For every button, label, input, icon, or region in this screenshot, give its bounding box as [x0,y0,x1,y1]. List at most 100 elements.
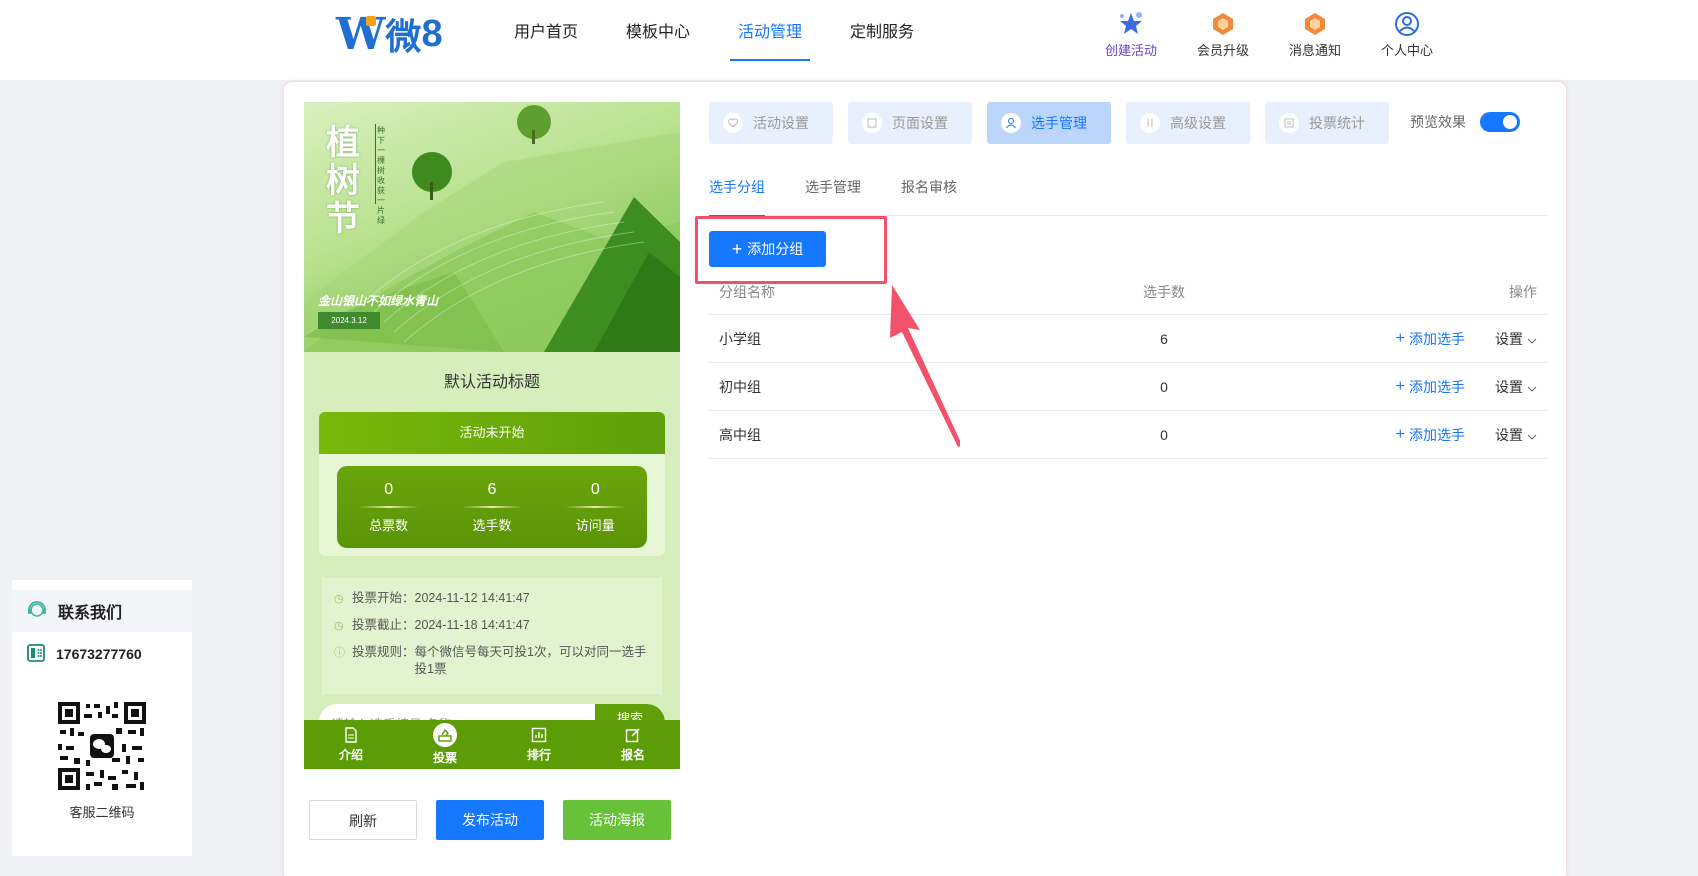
activity-poster-button[interactable]: 活动海报 [563,800,671,840]
qr-code-icon [56,700,148,792]
tab-label: 介绍 [338,748,363,762]
tab-intro[interactable]: 介绍 [304,720,398,769]
create-activity-label: 创建活动 [1104,43,1157,58]
publish-activity-button[interactable]: 发布活动 [436,800,544,840]
step-activity-settings[interactable]: 活动设置 [709,102,833,144]
settings-dropdown[interactable]: 设置 [1495,329,1537,349]
table-row: 高中组 0 + 添加选手 设置 [709,411,1547,459]
vote-rule-row: ⓘ 投票规则： 每个微信号每天可投1次，可以对同一选手投1票 [334,644,650,678]
activity-status: 活动未开始 [319,412,665,454]
add-contestant-link[interactable]: + 添加选手 [1396,377,1465,397]
contestant-count: 0 [1160,378,1168,395]
plus-icon: + [1395,377,1405,395]
member-upgrade-button[interactable]: 会员升级 [1192,10,1254,59]
create-activity-button[interactable]: 创建活动 [1100,10,1162,59]
vote-end-value: 2024-11-18 14:41:47 [414,618,530,632]
tab-signup-review[interactable]: 报名审核 [901,176,957,216]
contact-phone: 17673277760 [12,632,192,676]
step-contestant-management[interactable]: 选手管理 [987,102,1111,144]
vote-rule-value: 每个微信号每天可投1次，可以对同一选手投1票 [414,645,647,676]
nav-template-center[interactable]: 模板中心 [602,0,714,62]
nav-custom-service[interactable]: 定制服务 [826,0,938,62]
banner-subtitle: 种下一棵树 收获一片绿 [377,126,385,225]
list-icon [1279,113,1299,133]
contact-header: 联系我们 [12,590,192,632]
vote-rule-key: 投票规则： [352,645,415,659]
chevron-down-icon [1527,331,1537,347]
add-contestant-link[interactable]: + 添加选手 [1396,425,1465,445]
preview-effect-switch[interactable] [1480,112,1520,132]
logo[interactable]: W 微 8 [336,9,443,60]
step-page-settings[interactable]: 页面设置 [848,102,972,144]
qr-code-label: 客服二维码 [69,805,135,820]
top-actions: 创建活动 会员升级 消息通知 个人中心 [1100,10,1438,59]
stat-label: 访问量 [575,517,615,533]
main-nav: 用户首页 模板中心 活动管理 定制服务 [490,0,938,62]
personal-center-button[interactable]: 个人中心 [1376,10,1438,59]
chevron-down-icon [1527,379,1537,395]
switch-knob [1503,115,1517,129]
plus-icon: + [1395,425,1405,443]
add-contestant-link[interactable]: + 添加选手 [1396,329,1465,349]
tab-ranking[interactable]: 排行 [492,720,586,769]
tab-contestant-management[interactable]: 选手管理 [805,176,861,216]
banner-slogan: 金山银山不如绿水青山 [318,294,439,308]
notifications-button[interactable]: 消息通知 [1284,10,1346,59]
personal-center-label: 个人中心 [1380,43,1433,58]
vote-info-box: ◷ 投票开始： 2024-11-12 14:41:47 ◷ 投票截止： 2024… [322,578,662,694]
stat-label: 选手数 [472,517,512,533]
phone-icon [26,643,46,666]
stat-value: 0 [384,480,394,498]
document-icon [342,726,360,744]
info-icon: ⓘ [334,647,345,659]
step-label: 高级设置 [1170,115,1226,131]
vote-start-key: 投票开始： [352,591,415,605]
stat-total-votes: 0 总票数 [349,481,429,534]
row-operations: + 添加选手 设置 [1219,425,1547,445]
add-contestant-label: 添加选手 [1409,330,1465,347]
refresh-button[interactable]: 刷新 [309,800,417,840]
vote-start-value: 2024-11-12 14:41:47 [414,591,530,605]
stat-visits: 0 访问量 [555,481,635,534]
tab-contestant-groups[interactable]: 选手分组 [709,176,765,217]
logo-char: 微 [385,16,422,57]
banner-title: 植树节 [326,123,360,239]
sub-tabs: 选手分组 选手管理 报名审核 [709,176,1547,217]
table-row: 初中组 0 + 添加选手 设置 [709,363,1547,411]
preview-buttons: 刷新 发布活动 活动海报 [309,800,671,840]
tab-label: 投票 [432,751,457,765]
settings-label: 设置 [1495,378,1523,395]
table-header: 分组名称 选手数 操作 [709,270,1547,315]
row-operations: + 添加选手 设置 [1219,329,1547,349]
step-vote-statistics[interactable]: 投票统计 [1265,102,1389,144]
tab-signup[interactable]: 报名 [586,720,680,769]
settings-dropdown[interactable]: 设置 [1495,377,1537,397]
heart-icon [723,113,743,133]
clock-icon: ◷ [334,620,344,632]
preview-effect-label: 预览效果 [1410,114,1466,130]
vote-start-row: ◷ 投票开始： 2024-11-12 14:41:47 [334,590,650,608]
contestant-count: 0 [1160,426,1168,443]
contact-title: 联系我们 [58,605,123,622]
vote-end-key: 投票截止： [352,618,415,632]
settings-dropdown[interactable]: 设置 [1495,425,1537,445]
contestant-count: 6 [1160,330,1168,347]
mobile-preview: 植树节 种下一棵树 收获一片绿 金山银山不如绿水青山 2024.3.12 默认活… [304,102,680,769]
chart-icon [530,726,548,744]
table-row: 小学组 6 + 添加选手 设置 [709,315,1547,363]
page-icon [862,113,882,133]
sliders-icon [1140,113,1160,133]
vote-end-row: ◷ 投票截止： 2024-11-18 14:41:47 [334,617,650,635]
add-contestant-label: 添加选手 [1409,426,1465,443]
stat-value: 6 [487,480,497,498]
user-icon [1001,113,1021,133]
activity-status-box: 活动未开始 0 总票数 6 选手数 0 访问量 [319,412,665,556]
logo-letter: W [336,8,385,60]
stat-label: 总票数 [369,517,409,533]
step-label: 投票统计 [1309,115,1365,131]
tab-vote[interactable]: 投票 [398,720,492,769]
nav-activity-management[interactable]: 活动管理 [714,0,826,62]
nav-user-home[interactable]: 用户首页 [490,0,602,62]
top-navbar: W 微 8 用户首页 模板中心 活动管理 定制服务 创建活动 会员升级 消息通知 [0,0,1698,80]
step-advanced-settings[interactable]: 高级设置 [1126,102,1250,144]
